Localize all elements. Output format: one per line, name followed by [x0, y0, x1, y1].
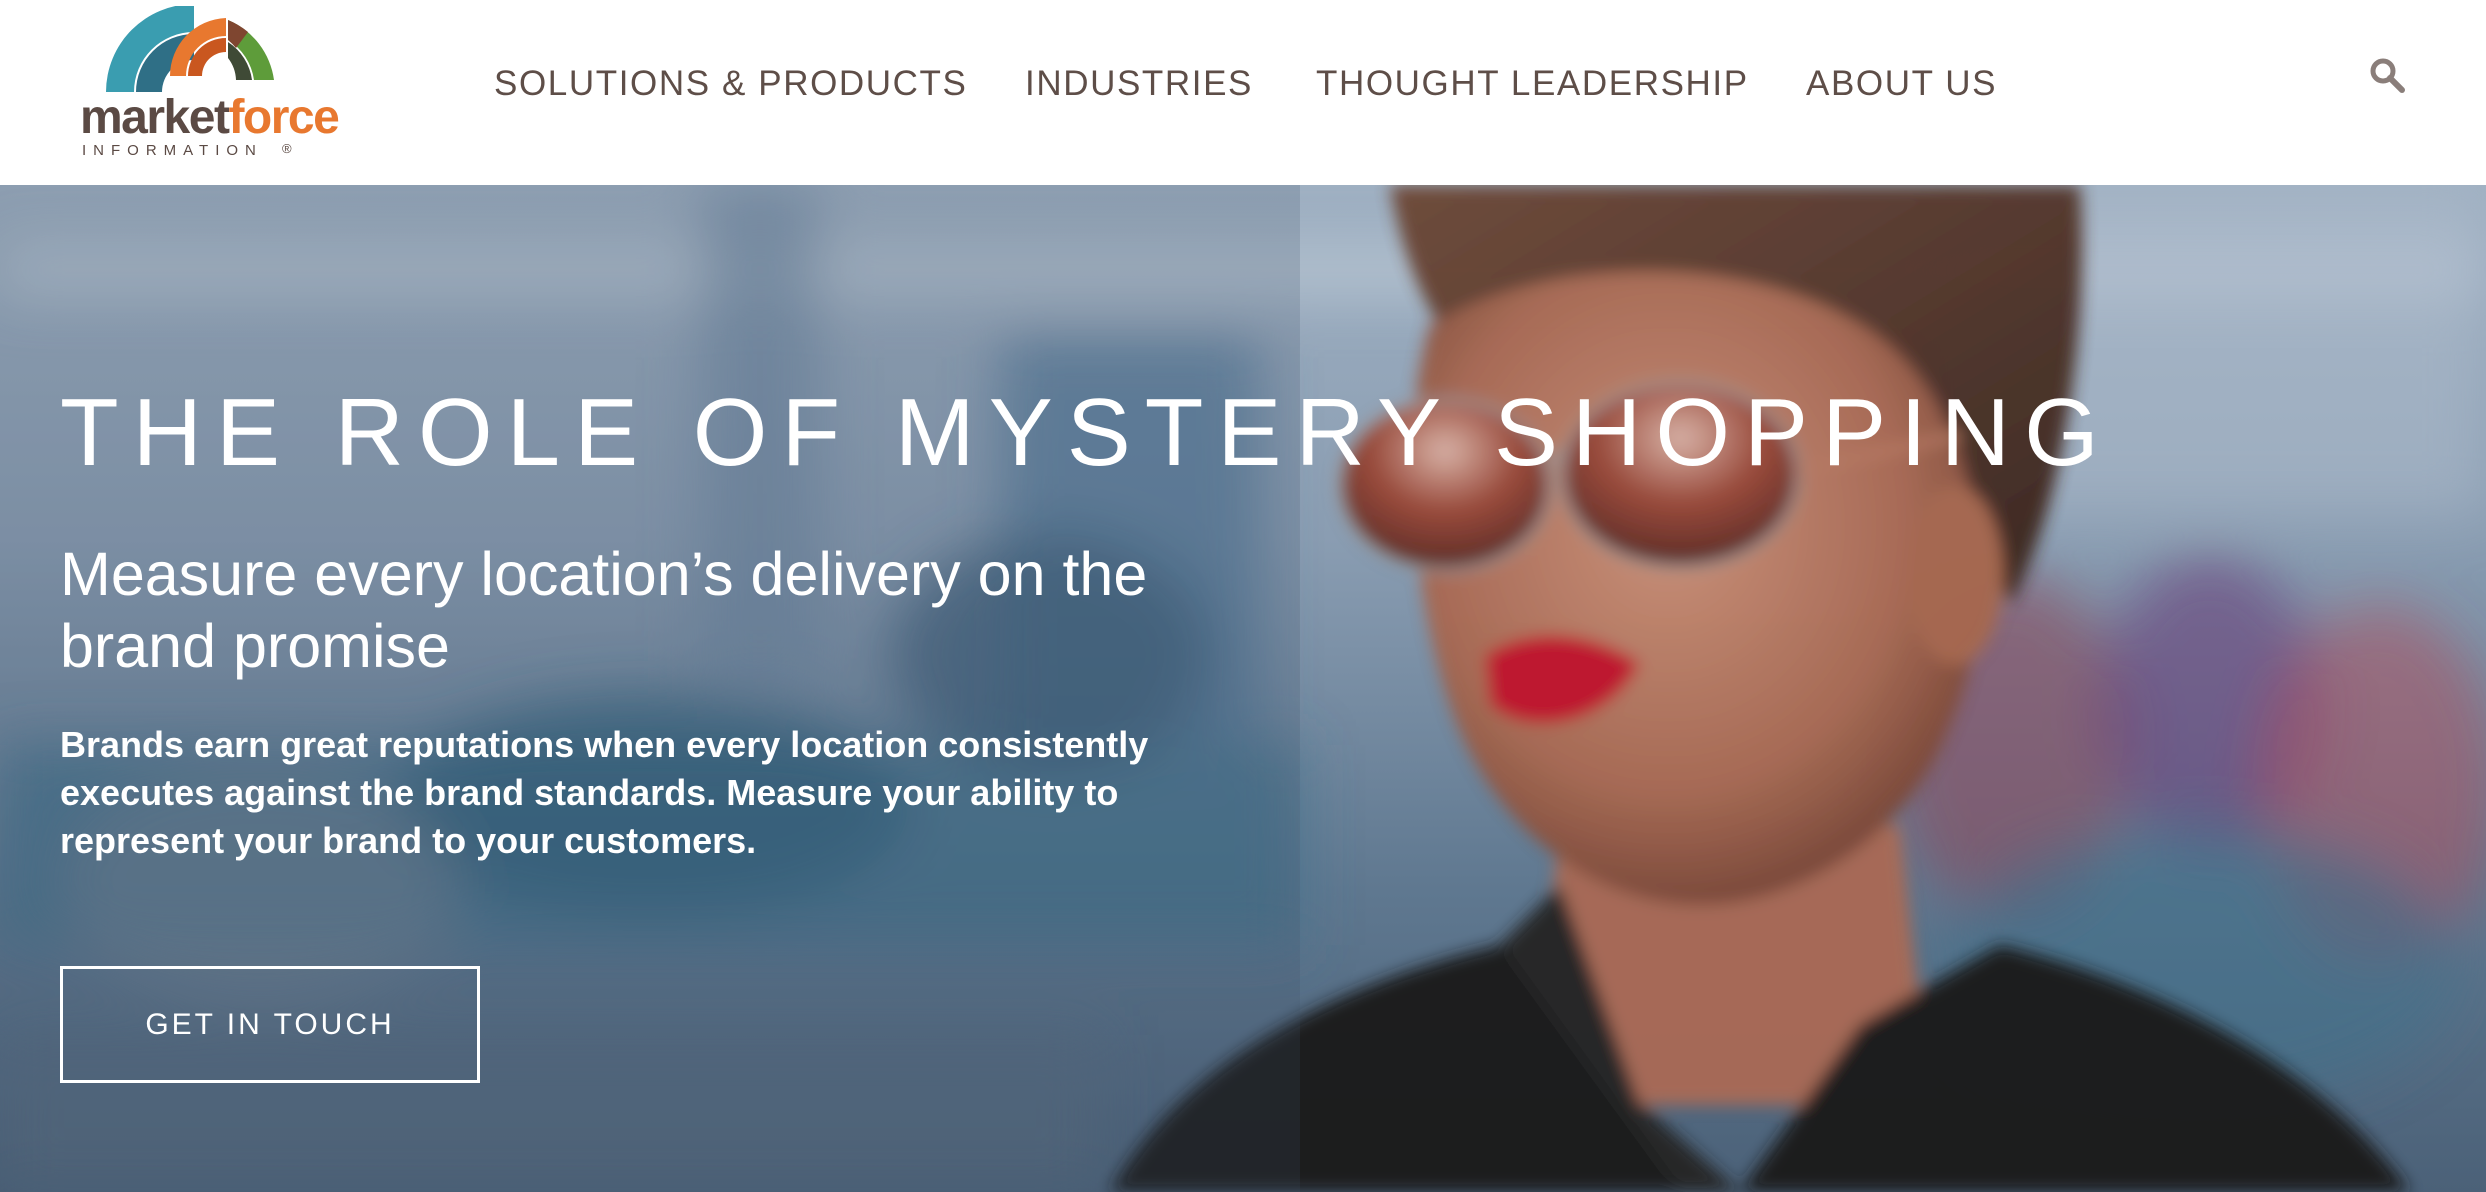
hero-title: THE ROLE OF MYSTERY SHOPPING — [60, 379, 2113, 486]
nav-about-us[interactable]: ABOUT US — [1806, 62, 1997, 106]
logo-registered-mark: ® — [282, 141, 292, 156]
hero-subtitle: Measure every location’s delivery on the… — [60, 540, 1148, 680]
search-button[interactable] — [2368, 56, 2408, 96]
logo-wordmark: marketforce — [80, 91, 340, 144]
logo[interactable]: marketforce INFORMATION ® — [78, 6, 340, 162]
nav-industries[interactable]: INDUSTRIES — [1025, 62, 1253, 106]
logo-word-market: market — [80, 91, 230, 144]
logo-tagline: INFORMATION — [82, 142, 263, 159]
hero-description: Brands earn great reputations when every… — [60, 724, 1149, 861]
nav-solutions-products[interactable]: SOLUTIONS & PRODUCTS — [494, 62, 967, 106]
search-icon — [2370, 58, 2405, 93]
nav-thought-leadership[interactable]: THOUGHT LEADERSHIP — [1316, 62, 1749, 106]
site-header: marketforce INFORMATION ® SOLUTIONS & PR… — [0, 0, 2486, 185]
get-in-touch-button[interactable]: GET IN TOUCH — [60, 966, 480, 1083]
hero-section: THE ROLE OF MYSTERY SHOPPING Measure eve… — [0, 185, 2486, 1192]
logo-word-force: force — [228, 91, 339, 144]
logo-fan-icon — [106, 6, 274, 92]
